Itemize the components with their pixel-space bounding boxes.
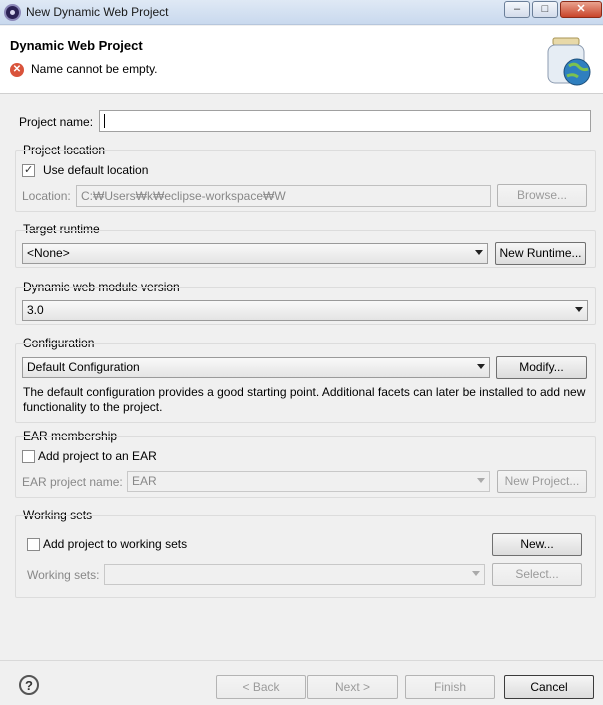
- location-label: Location:: [22, 189, 71, 203]
- working-sets-label: Working sets:: [27, 568, 100, 582]
- chevron-down-icon: [477, 364, 485, 369]
- next-button[interactable]: Next >: [307, 675, 398, 699]
- text-caret: [104, 114, 105, 128]
- back-button[interactable]: < Back: [216, 675, 306, 699]
- new-working-set-button[interactable]: New...: [492, 533, 582, 556]
- select-working-sets-button[interactable]: Select...: [492, 563, 582, 586]
- chevron-down-icon: [477, 478, 485, 483]
- cancel-button[interactable]: Cancel: [504, 675, 594, 699]
- browse-button[interactable]: Browse...: [497, 184, 587, 207]
- configuration-select[interactable]: Default Configuration: [22, 357, 490, 378]
- working-sets-select[interactable]: [104, 564, 485, 585]
- use-default-location-label: Use default location: [43, 163, 149, 177]
- web-project-jar-icon: [547, 37, 591, 86]
- page-title: Dynamic Web Project: [10, 38, 143, 53]
- add-to-working-sets-checkbox[interactable]: [27, 538, 40, 551]
- location-input[interactable]: C:₩Users₩k₩eclipse-workspace₩W: [76, 185, 491, 207]
- chevron-down-icon: [575, 307, 583, 312]
- modify-button[interactable]: Modify...: [496, 356, 587, 379]
- target-runtime-select[interactable]: <None>: [22, 243, 488, 264]
- window-title: New Dynamic Web Project: [26, 5, 169, 19]
- ear-project-name-label: EAR project name:: [22, 475, 123, 489]
- close-button[interactable]: ✕: [560, 1, 602, 18]
- add-to-ear-checkbox[interactable]: [22, 450, 35, 463]
- footer-separator: [0, 660, 603, 661]
- add-to-ear-label: Add project to an EAR: [38, 449, 157, 463]
- chevron-down-icon: [475, 250, 483, 255]
- wizard-header: Dynamic Web Project ✕ Name cannot be emp…: [0, 26, 603, 94]
- add-to-working-sets-label: Add project to working sets: [43, 537, 188, 551]
- help-icon[interactable]: ?: [19, 675, 39, 695]
- project-name-label: Project name:: [19, 115, 94, 129]
- ear-project-name-select[interactable]: EAR: [127, 471, 490, 492]
- finish-button[interactable]: Finish: [405, 675, 495, 699]
- new-runtime-button[interactable]: New Runtime...: [495, 242, 586, 265]
- maximize-button[interactable]: □: [532, 1, 558, 18]
- error-icon: ✕: [10, 63, 24, 77]
- eclipse-app-icon: [4, 4, 21, 21]
- use-default-location-checkbox[interactable]: [22, 163, 35, 177]
- minimize-button[interactable]: –: [504, 1, 530, 18]
- project-name-input[interactable]: [99, 110, 591, 132]
- error-message: Name cannot be empty.: [31, 62, 158, 76]
- new-ear-project-button[interactable]: New Project...: [497, 470, 587, 493]
- module-version-select[interactable]: 3.0: [22, 300, 588, 321]
- configuration-description: The default configuration provides a goo…: [23, 385, 586, 414]
- chevron-down-icon: [472, 571, 480, 576]
